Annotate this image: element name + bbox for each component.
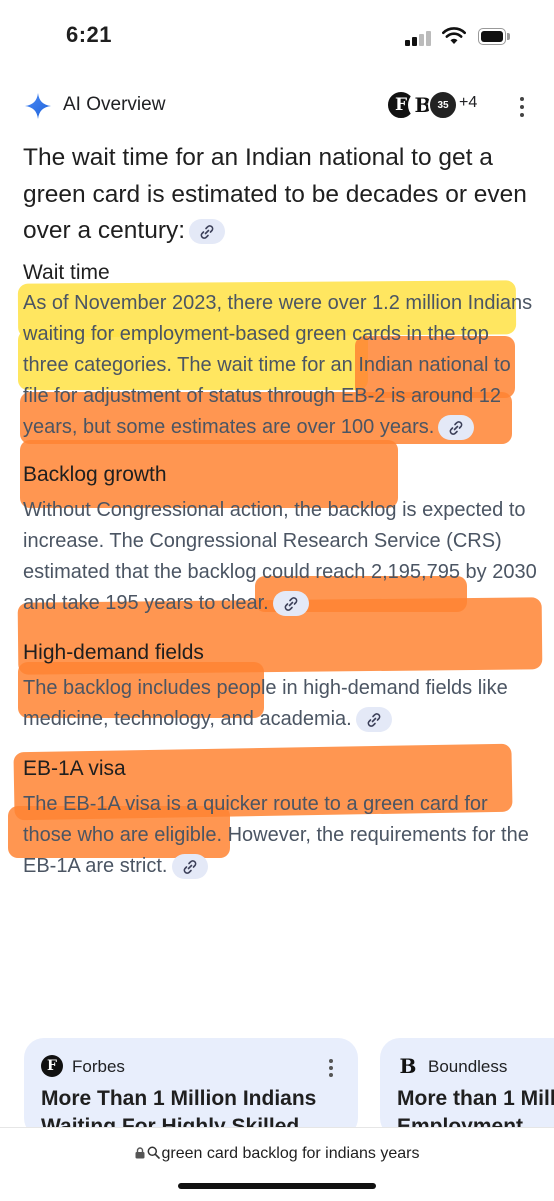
high-demand-citation-link[interactable] [355,706,392,732]
search-icon [147,1146,160,1159]
section-text-backlog-growth: Without Congressional action, the backlo… [23,495,538,619]
wait-time-citation-link[interactable] [438,414,475,440]
section-text-high-demand-fields: The backlog includes people in high-dema… [23,673,538,735]
browser-address-bar[interactable]: green card backlog for indians years [0,1127,554,1201]
forbes-logo-icon: F [41,1055,63,1077]
boundless-logo-icon: B [399,1054,417,1078]
cellular-signal-icon [405,30,435,46]
more-sources-count[interactable]: +4 [459,94,477,112]
section-heading-wait-time: Wait time [23,260,110,284]
ai-overview-title: AI Overview [63,94,166,115]
status-bar: 6:21 [0,0,554,70]
battery-icon [478,28,510,45]
wifi-icon [442,27,466,44]
link-icon [200,225,214,239]
eb1a-citation-link[interactable] [171,853,208,879]
ai-overview-content: The wait time for an Indian national to … [23,140,538,882]
backlog-growth-citation-link[interactable] [272,590,309,616]
link-icon [449,420,463,435]
section-text-eb1a-visa: The EB-1A visa is a quicker route to a g… [23,789,538,882]
source-card-boundless[interactable]: B Boundless More than 1 Million Stuck in… [380,1038,554,1138]
source-icons[interactable]: F B 35 [386,90,458,120]
source-35-icon: 35 [428,90,458,120]
overview-intro: The wait time for an Indian national to … [23,144,527,245]
source-cards: F Forbes More Than 1 Million Indians Wai… [24,1038,554,1138]
lock-icon [135,1147,145,1159]
section-text-wait-time: As of November 2023, there were over 1.2… [23,288,538,443]
more-options-icon[interactable] [512,94,532,120]
card-more-options-icon[interactable] [327,1059,335,1079]
search-query: green card backlog for indians years [161,1145,420,1162]
link-icon [367,712,381,727]
section-heading-eb1a-visa: EB-1A visa [23,756,126,780]
home-indicator[interactable] [178,1183,376,1189]
section-heading-high-demand-fields: High-demand fields [23,640,204,664]
source-card-name: Forbes [72,1057,125,1076]
intro-citation-link[interactable] [189,219,226,245]
section-heading-backlog-growth: Backlog growth [23,462,167,486]
sparkle-icon [25,93,51,119]
link-icon [284,596,298,611]
source-card-name: Boundless [428,1057,508,1076]
ai-overview-header: AI Overview F B 35 +4 [0,80,554,130]
status-time: 6:21 [66,22,113,47]
source-card-forbes[interactable]: F Forbes More Than 1 Million Indians Wai… [24,1038,358,1138]
address-bar-url[interactable]: green card backlog for indians years [0,1145,554,1163]
link-icon [183,859,196,874]
